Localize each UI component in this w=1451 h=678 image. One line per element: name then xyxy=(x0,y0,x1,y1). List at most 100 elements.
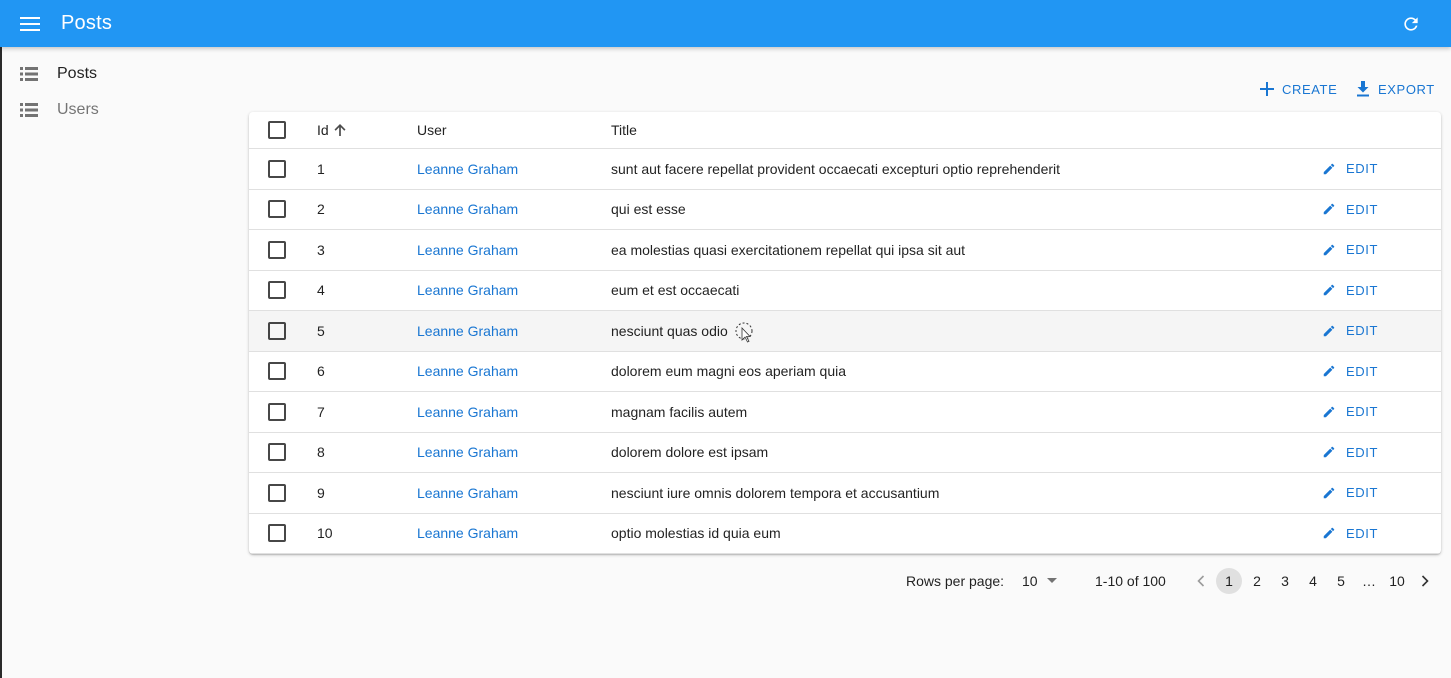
edit-button[interactable]: EDIT xyxy=(1322,161,1378,176)
sidebar-item-posts[interactable]: Posts xyxy=(0,56,240,92)
edit-button-label: EDIT xyxy=(1346,525,1379,541)
cell-actions: EDIT xyxy=(1322,190,1378,230)
table-row[interactable]: 10 Leanne Graham optio molestias id quia… xyxy=(249,514,1441,554)
posts-table: Id User Title 1 Leanne Graham sunt aut f… xyxy=(249,112,1441,554)
user-link[interactable]: Leanne Graham xyxy=(417,404,518,420)
edit-button[interactable]: EDIT xyxy=(1322,242,1378,257)
post-id: 10 xyxy=(317,525,333,542)
user-link[interactable]: Leanne Graham xyxy=(417,282,518,298)
column-header-label: Id xyxy=(317,122,329,138)
edit-button[interactable]: EDIT xyxy=(1322,526,1378,541)
row-checkbox[interactable] xyxy=(268,159,286,178)
export-button[interactable]: EXPORT xyxy=(1356,80,1435,98)
row-checkbox[interactable] xyxy=(268,443,286,462)
user-link[interactable]: Leanne Graham xyxy=(417,201,518,217)
table-row[interactable]: 8 Leanne Graham dolorem dolore est ipsam… xyxy=(249,433,1441,473)
list-icon xyxy=(20,103,38,117)
select-all-checkbox[interactable] xyxy=(268,121,286,139)
row-checkbox[interactable] xyxy=(268,240,286,259)
cell-user: Leanne Graham xyxy=(417,190,518,230)
user-link[interactable]: Leanne Graham xyxy=(417,363,518,379)
refresh-button[interactable] xyxy=(1399,12,1423,36)
next-page-button[interactable] xyxy=(1412,568,1438,594)
page-button[interactable]: 10 xyxy=(1384,568,1410,594)
page-button[interactable]: 5 xyxy=(1328,568,1354,594)
edit-button-label: EDIT xyxy=(1346,242,1379,258)
post-title: dolorem eum magni eos aperiam quia xyxy=(611,363,847,380)
user-link[interactable]: Leanne Graham xyxy=(417,242,518,258)
cell-title: dolorem dolore est ipsam xyxy=(611,433,768,473)
page-button[interactable]: 1 xyxy=(1216,568,1242,594)
post-id: 4 xyxy=(317,282,325,299)
cell-title: sunt aut facere repellat provident occae… xyxy=(611,149,1060,189)
post-id: 2 xyxy=(317,201,325,218)
cell-title: nesciunt quas odio xyxy=(611,311,728,351)
page-button[interactable]: 3 xyxy=(1272,568,1298,594)
user-link[interactable]: Leanne Graham xyxy=(417,444,518,460)
edit-button[interactable]: EDIT xyxy=(1322,202,1378,217)
edit-button[interactable]: EDIT xyxy=(1322,485,1378,500)
sidebar-item-users[interactable]: Users xyxy=(0,92,240,128)
cell-id: 2 xyxy=(317,190,325,230)
edit-button-label: EDIT xyxy=(1346,404,1379,420)
column-header-label: User xyxy=(417,122,447,138)
user-link[interactable]: Leanne Graham xyxy=(417,485,518,501)
cell-id: 4 xyxy=(317,271,325,311)
cell-title: qui est esse xyxy=(611,190,686,230)
page-title: Posts xyxy=(61,12,113,34)
user-link[interactable]: Leanne Graham xyxy=(417,161,518,177)
cell-user: Leanne Graham xyxy=(417,311,518,351)
table-row[interactable]: 3 Leanne Graham ea molestias quasi exerc… xyxy=(249,230,1441,271)
cell-title: optio molestias id quia eum xyxy=(611,514,781,554)
rows-per-page-select[interactable]: 10 xyxy=(1022,570,1057,592)
create-button[interactable]: CREATE xyxy=(1260,80,1337,98)
edit-button-label: EDIT xyxy=(1346,282,1379,298)
edit-button[interactable]: EDIT xyxy=(1322,445,1378,460)
column-header-user[interactable]: User xyxy=(417,112,447,148)
table-row[interactable]: 7 Leanne Graham magnam facilis autem EDI… xyxy=(249,392,1441,433)
table-row[interactable]: 1 Leanne Graham sunt aut facere repellat… xyxy=(249,149,1441,190)
cell-actions: EDIT xyxy=(1322,149,1378,189)
row-select-cell xyxy=(268,514,286,554)
edit-button[interactable]: EDIT xyxy=(1322,364,1378,379)
menu-button[interactable] xyxy=(16,10,44,38)
row-select-cell xyxy=(268,473,286,513)
column-header-label: Title xyxy=(611,122,637,138)
page-button[interactable]: 4 xyxy=(1300,568,1326,594)
arrow-up-icon xyxy=(333,123,347,137)
user-link[interactable]: Leanne Graham xyxy=(417,323,518,339)
cell-actions: EDIT xyxy=(1322,473,1378,513)
table-row[interactable]: 4 Leanne Graham eum et est occaecati EDI… xyxy=(249,271,1441,311)
row-select-cell xyxy=(268,271,286,311)
cell-actions: EDIT xyxy=(1322,433,1378,473)
row-select-cell xyxy=(268,433,286,473)
row-checkbox[interactable] xyxy=(268,281,286,300)
table-row[interactable]: 9 Leanne Graham nesciunt iure omnis dolo… xyxy=(249,473,1441,514)
edit-button[interactable]: EDIT xyxy=(1322,283,1378,298)
post-title: magnam facilis autem xyxy=(611,403,748,420)
row-checkbox[interactable] xyxy=(268,200,286,219)
post-title: sunt aut facere repellat provident occae… xyxy=(611,160,1061,177)
post-id: 6 xyxy=(317,363,325,380)
export-button-label: EXPORT xyxy=(1378,81,1435,97)
column-header-id[interactable]: Id xyxy=(317,112,347,148)
row-checkbox[interactable] xyxy=(268,524,286,543)
edit-button[interactable]: EDIT xyxy=(1322,323,1378,338)
edit-button[interactable]: EDIT xyxy=(1322,404,1378,419)
cell-user: Leanne Graham xyxy=(417,392,518,432)
table-row[interactable]: 5 Leanne Graham nesciunt quas odio EDIT xyxy=(249,311,1441,352)
row-checkbox[interactable] xyxy=(268,362,286,381)
edit-button-label: EDIT xyxy=(1346,444,1379,460)
pencil-icon xyxy=(1323,163,1335,174)
page-button[interactable]: 2 xyxy=(1244,568,1270,594)
row-checkbox[interactable] xyxy=(268,321,286,340)
table-row[interactable]: 6 Leanne Graham dolorem eum magni eos ap… xyxy=(249,352,1441,392)
row-checkbox[interactable] xyxy=(268,483,286,502)
post-title: nesciunt quas odio xyxy=(611,322,728,339)
user-link[interactable]: Leanne Graham xyxy=(417,525,518,541)
column-header-title[interactable]: Title xyxy=(611,112,637,148)
table-row[interactable]: 2 Leanne Graham qui est esse EDIT xyxy=(249,190,1441,230)
row-checkbox[interactable] xyxy=(268,402,286,421)
prev-page-button[interactable] xyxy=(1188,568,1214,594)
cell-id: 8 xyxy=(317,433,325,473)
